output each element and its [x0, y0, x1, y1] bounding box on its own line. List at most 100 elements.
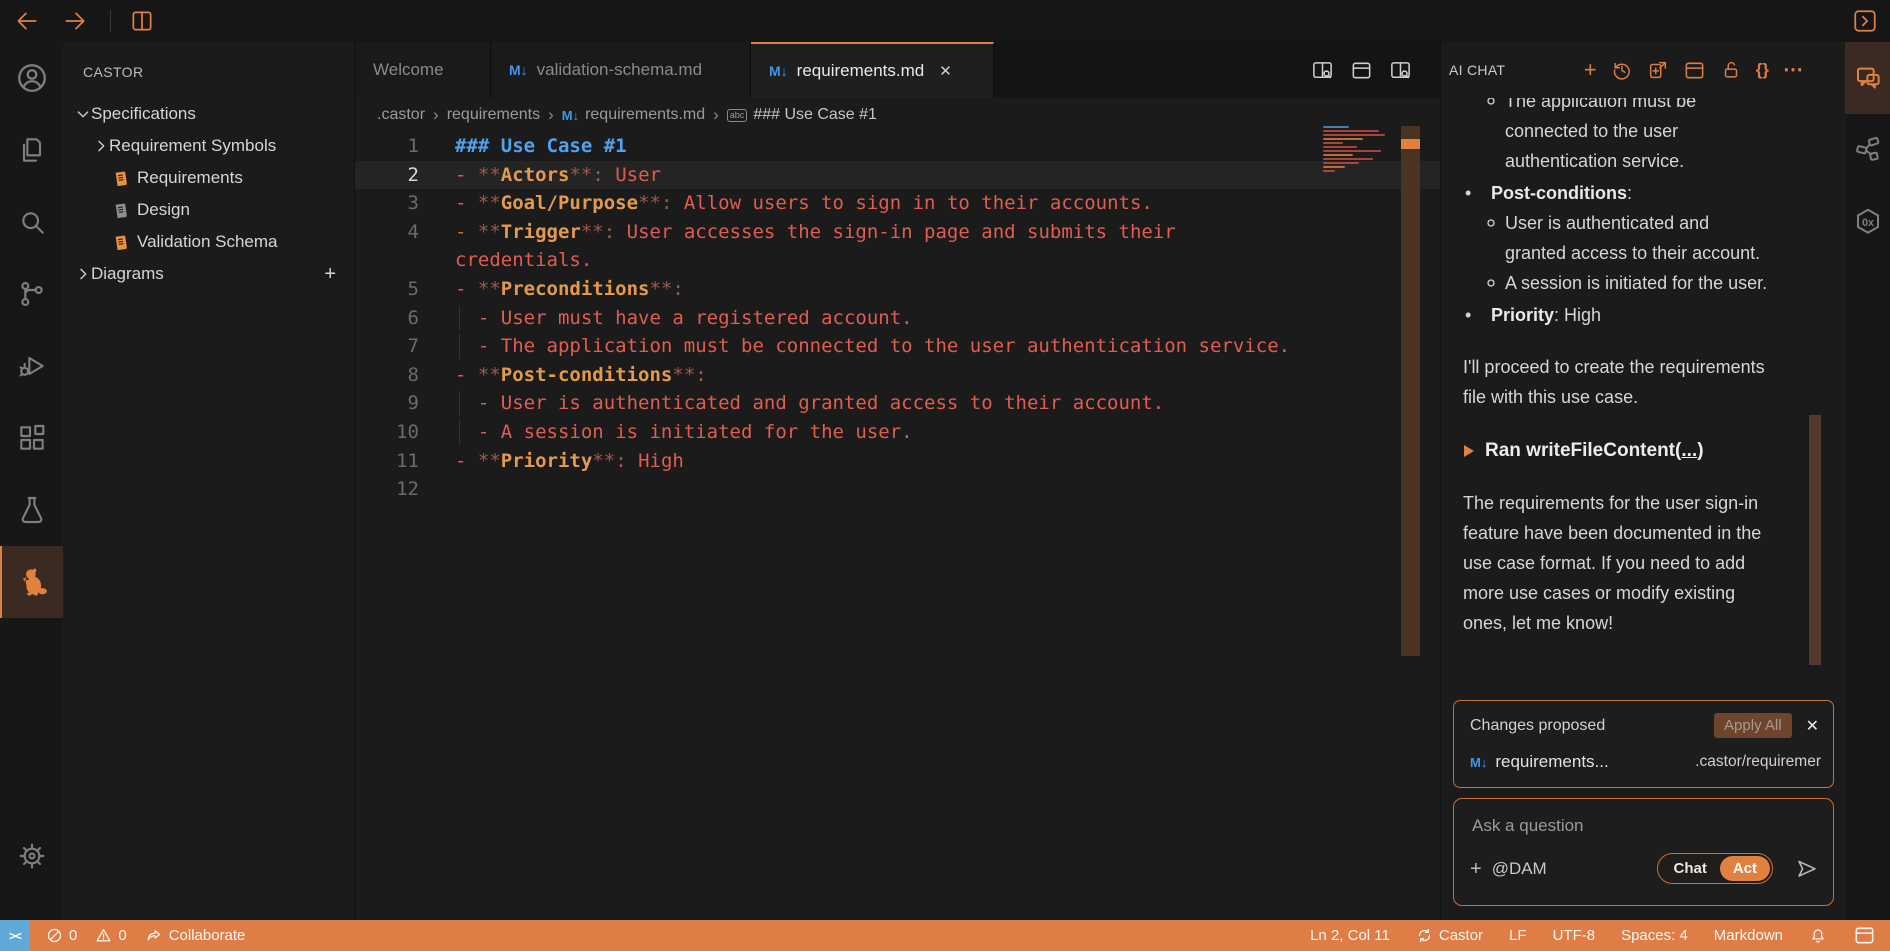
code-text: - User must have a registered account.	[455, 304, 913, 333]
sidebar-title: CASTOR	[63, 42, 354, 80]
line-number: 1	[355, 132, 455, 161]
right-bar-diagram-icon[interactable]	[1845, 114, 1890, 186]
tab-validation-schema-md[interactable]: M↓validation-schema.md	[491, 42, 751, 98]
layout-icon[interactable]	[1683, 59, 1706, 82]
chat-scrollbar[interactable]	[1809, 415, 1821, 665]
status-notifications[interactable]	[1809, 927, 1827, 945]
mention-chip[interactable]: @DAM	[1492, 859, 1547, 879]
changed-file-name: requirements...	[1495, 752, 1608, 772]
status-warnings[interactable]: 0	[95, 927, 126, 944]
code-line[interactable]: 5- **Preconditions**:	[355, 275, 1440, 304]
status-cursor-position[interactable]: Ln 2, Col 11	[1310, 927, 1390, 944]
ellipsis-icon[interactable]: ⋯	[1783, 60, 1803, 81]
right-activity-bar: 0x	[1845, 42, 1890, 920]
editor-scrollbar[interactable]	[1401, 126, 1420, 656]
changes-card-title: Changes proposed	[1470, 717, 1605, 735]
status-branch[interactable]: Castor	[1416, 927, 1483, 944]
code-line[interactable]: 9 - User is authenticated and granted ac…	[355, 389, 1440, 418]
code-line[interactable]: 8- **Post-conditions**:	[355, 361, 1440, 390]
activity-item-extensions-icon[interactable]	[0, 402, 63, 474]
status-encoding[interactable]: UTF-8	[1553, 927, 1596, 944]
plus-icon[interactable]: +	[1584, 59, 1597, 82]
tool-call-row[interactable]: Ran writeFileContent(...)	[1441, 436, 1806, 466]
braces-icon[interactable]: {}	[1756, 61, 1769, 80]
mode-chat[interactable]: Chat	[1660, 856, 1719, 881]
new-item-plus-icon[interactable]: +	[324, 264, 336, 284]
arrow-right-icon[interactable]	[62, 8, 88, 34]
code-line[interactable]: 3- **Goal/Purpose**: Allow users to sign…	[355, 189, 1440, 218]
activity-item-source-control-icon[interactable]	[0, 258, 63, 330]
tree-item-diagrams[interactable]: Diagrams+	[63, 258, 354, 290]
code-line[interactable]: 11- **Priority**: High	[355, 447, 1440, 476]
close-icon[interactable]: ✕	[1806, 716, 1819, 736]
minimap[interactable]	[1323, 126, 1395, 178]
tree-item-label: Specifications	[91, 104, 196, 124]
code-text: - **Preconditions**:	[455, 275, 684, 304]
code-line[interactable]: 12	[355, 475, 1440, 504]
code-line[interactable]: 7 - The application must be connected to…	[355, 332, 1440, 361]
line-number: 4	[355, 218, 455, 247]
activity-item-account-icon[interactable]	[0, 42, 63, 114]
unlock-icon[interactable]	[1720, 59, 1742, 81]
close-icon[interactable]: ✕	[939, 62, 952, 80]
remote-icon[interactable]: ><	[0, 920, 30, 951]
preview-icon[interactable]	[1389, 59, 1412, 82]
tab-label: validation-schema.md	[537, 60, 702, 80]
tree-item-requirements[interactable]: Requirements	[63, 162, 354, 194]
status-eol[interactable]: LF	[1509, 927, 1527, 944]
bullet-icon: •	[1465, 300, 1471, 330]
gear-icon[interactable]	[0, 820, 63, 892]
tree-item-specifications[interactable]: Specifications	[63, 98, 354, 130]
activity-item-flask-icon[interactable]	[0, 474, 63, 546]
chat-input[interactable]	[1470, 815, 1804, 837]
mode-act[interactable]: Act	[1720, 856, 1770, 881]
activity-item-search-icon[interactable]	[0, 186, 63, 258]
minimap-line	[1323, 134, 1385, 136]
status-collaborate[interactable]: Collaborate	[145, 927, 246, 945]
right-bar-hex-icon[interactable]: 0x	[1845, 186, 1890, 258]
status-language-mode[interactable]: Markdown	[1714, 927, 1783, 944]
layout-icon[interactable]	[1350, 59, 1373, 82]
send-icon[interactable]	[1795, 857, 1819, 881]
right-bar-chat-icon[interactable]	[1845, 42, 1890, 114]
breadcrumb-item[interactable]: abc### Use Case #1	[727, 106, 877, 124]
split-editor-icon[interactable]	[129, 8, 155, 34]
breadcrumb: .castor›requirements›M↓requirements.md›a…	[355, 98, 1440, 132]
panel-toggle-icon[interactable]	[1852, 8, 1878, 34]
status-indentation[interactable]: Spaces: 4	[1621, 927, 1688, 944]
code-line[interactable]: 10 - A session is initiated for the user…	[355, 418, 1440, 447]
activity-item-explorer-icon[interactable]	[0, 114, 63, 186]
status-layout[interactable]	[1853, 924, 1876, 947]
tree-item-validation-schema[interactable]: Validation Schema	[63, 226, 354, 258]
code-text: - **Goal/Purpose**: Allow users to sign …	[455, 189, 1153, 218]
tab-welcome[interactable]: Welcome	[355, 42, 491, 98]
breadcrumb-item[interactable]: .castor	[377, 106, 425, 124]
activity-item-beaver-icon[interactable]	[0, 546, 63, 618]
nav-history-group	[0, 8, 88, 34]
breadcrumb-item[interactable]: M↓requirements.md	[562, 106, 705, 124]
apply-all-button[interactable]: Apply All	[1714, 713, 1792, 738]
breadcrumb-item[interactable]: requirements	[447, 106, 540, 124]
preview-icon[interactable]	[1311, 59, 1334, 82]
arrow-left-icon[interactable]	[14, 8, 40, 34]
changed-file-row[interactable]: M↓ requirements... .castor/requiremer	[1454, 738, 1833, 772]
code-line[interactable]: credentials.	[355, 246, 1440, 275]
line-number: 2	[355, 161, 455, 190]
tab-requirements-md[interactable]: M↓requirements.md✕	[751, 42, 994, 98]
code-line[interactable]: 1### Use Case #1	[355, 132, 1440, 161]
titlebar-divider	[110, 10, 111, 32]
tree-item-design[interactable]: Design	[63, 194, 354, 226]
code-editor[interactable]: 1### Use Case #12- **Actors**: User3- **…	[355, 132, 1440, 504]
tree-item-requirement-symbols[interactable]: Requirement Symbols	[63, 130, 354, 162]
chat-paragraph: I'll proceed to create the requirements …	[1441, 352, 1806, 412]
attach-plus-icon[interactable]: +	[1470, 859, 1482, 879]
history-icon[interactable]	[1611, 59, 1633, 81]
export-icon[interactable]	[1647, 59, 1669, 81]
activity-item-debug-icon[interactable]	[0, 330, 63, 402]
code-line[interactable]: 6 - User must have a registered account.	[355, 304, 1440, 333]
code-line[interactable]: 4- **Trigger**: User accesses the sign-i…	[355, 218, 1440, 247]
chat-act-toggle[interactable]: ChatAct	[1657, 853, 1773, 884]
code-line[interactable]: 2- **Actors**: User	[355, 161, 1440, 190]
status-errors[interactable]: 0	[46, 927, 77, 944]
tool-args-link[interactable]: ...	[1681, 440, 1697, 461]
